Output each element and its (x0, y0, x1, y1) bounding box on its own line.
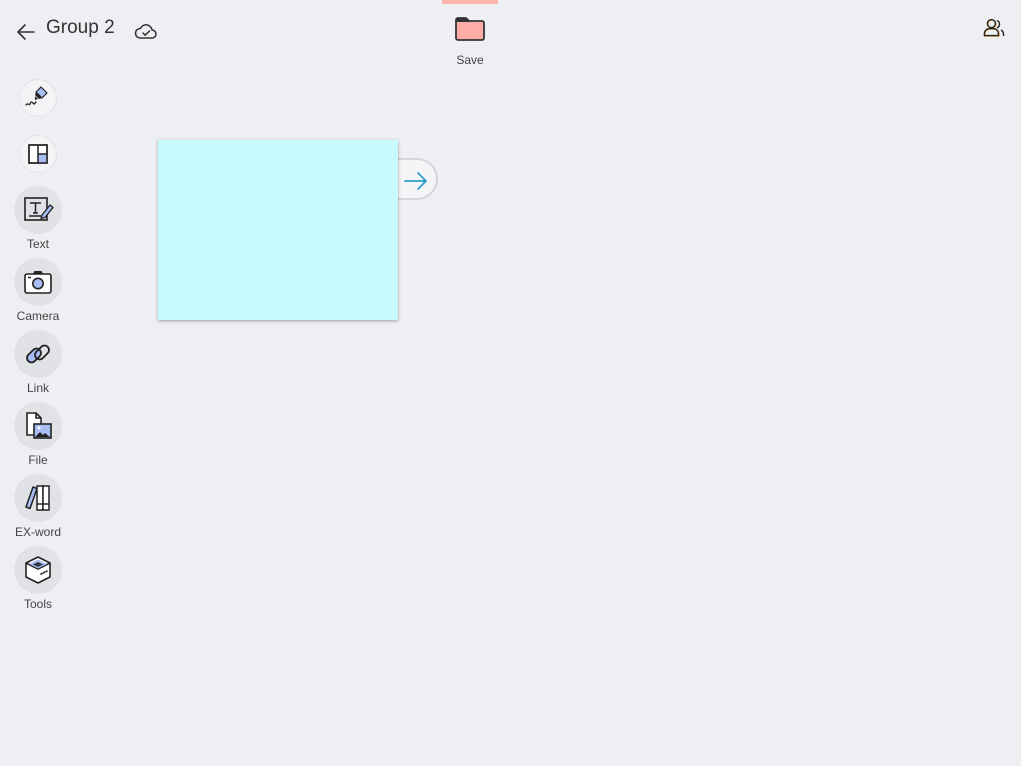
tool-tools[interactable]: Tools (0, 546, 76, 611)
tool-file[interactable]: File (0, 402, 76, 467)
layout-button[interactable] (20, 136, 56, 172)
link-button[interactable] (14, 330, 62, 378)
back-button[interactable] (14, 20, 38, 44)
pen-button[interactable] (20, 80, 56, 116)
page-title: Group 2 (46, 17, 115, 38)
arrow-left-icon (17, 24, 35, 40)
members-button[interactable] (982, 16, 1006, 40)
cloud-check-icon (134, 20, 158, 42)
link-icon (26, 344, 50, 364)
tool-label: Link (26, 381, 49, 395)
exword-button[interactable] (14, 474, 62, 522)
tool-pen[interactable] (0, 80, 76, 116)
text-button[interactable] (14, 186, 62, 234)
sticky-card[interactable] (158, 140, 398, 320)
text-edit-icon (24, 197, 54, 221)
pen-icon (25, 86, 48, 106)
save-active-indicator (442, 0, 498, 4)
tool-label: Text (26, 237, 49, 251)
tool-label: EX-word (14, 525, 61, 539)
tool-camera[interactable]: Camera (0, 258, 76, 323)
file-button[interactable] (14, 402, 62, 450)
layout-icon (28, 144, 48, 164)
arrow-right-icon (404, 172, 427, 190)
camera-button[interactable] (14, 258, 62, 306)
folder-icon (454, 15, 486, 43)
tool-label: Camera (16, 309, 60, 323)
tool-layout[interactable] (0, 136, 76, 172)
card-next-button[interactable] (398, 158, 438, 200)
tool-link[interactable]: Link (0, 330, 76, 395)
books-icon (25, 485, 50, 511)
tool-label: Tools (23, 597, 52, 611)
app: Group 2 Save Text Camera Link File EX-wo… (0, 0, 1021, 766)
tools-button[interactable] (14, 546, 62, 594)
tool-exword[interactable]: EX-word (0, 474, 76, 539)
users-icon (983, 18, 1005, 37)
tool-text[interactable]: Text (0, 186, 76, 251)
tool-label: File (28, 453, 48, 467)
save-label: Save (456, 53, 484, 67)
file-image-icon (26, 412, 52, 439)
toolbox-icon (25, 556, 51, 584)
save-button[interactable]: Save (442, 0, 498, 70)
camera-icon (24, 271, 52, 294)
